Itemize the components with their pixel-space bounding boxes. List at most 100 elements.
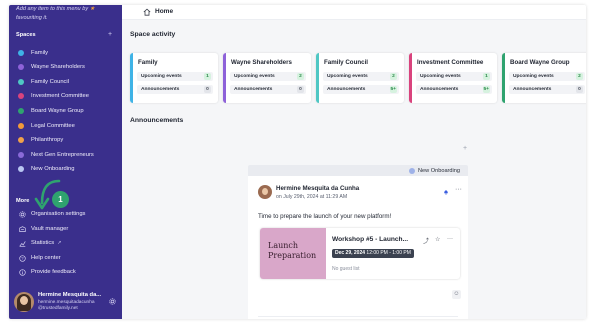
card-row-events[interactable]: Upcoming events 2 <box>509 72 585 81</box>
sidebar: Add any item to this menu by ★ favouriti… <box>9 5 122 319</box>
sidebar-item-label: Family <box>31 50 49 56</box>
topbar: Home <box>122 5 586 20</box>
card-row-announcements[interactable]: Announcements 5+ <box>416 85 492 94</box>
post-timestamp: on July 29th, 2024 at 11:29 AM <box>276 194 348 200</box>
sidebar-item-label: Wayne Shareholders <box>31 64 85 70</box>
event-title: Workshop #5 - Launch... <box>332 236 409 243</box>
event-card[interactable]: Launch Preparation Workshop #5 - Launch.… <box>260 228 460 279</box>
card-row-announcements[interactable]: Announcements 0 <box>137 85 213 94</box>
space-activity-card[interactable]: Wayne Shareholders Upcoming events 2 Announ… <box>223 53 311 103</box>
count-badge: 2 <box>576 73 583 80</box>
row-label: Upcoming events <box>234 73 275 79</box>
space-dot-icon <box>18 50 24 56</box>
sidebar-item-provide-feedback[interactable]: Provide feedback <box>18 267 76 277</box>
card-row-events[interactable]: Upcoming events 2 <box>230 72 306 81</box>
card-row-events[interactable]: Upcoming events 2 <box>323 72 399 81</box>
sidebar-item-label: Investment Committee <box>31 93 89 99</box>
card-accent <box>409 53 412 103</box>
share-icon[interactable]: ⤴ <box>423 236 430 245</box>
sidebar-item-help-center[interactable]: ? Help center <box>18 253 61 263</box>
card-row-events[interactable]: Upcoming events 1 <box>416 72 492 81</box>
sidebar-item-label: Board Wayne Group <box>31 108 84 114</box>
space-chip[interactable]: New Onboarding <box>409 166 460 175</box>
user-settings-icon[interactable] <box>109 298 116 305</box>
user-email: hermine.mesquitadacunha @trustedfamily.n… <box>38 300 95 311</box>
more-options-icon[interactable]: ··· <box>455 186 462 193</box>
sidebar-item-label: New Onboarding <box>31 166 75 172</box>
avatar <box>14 292 34 312</box>
sidebar-item-label: Family Council <box>31 79 70 85</box>
post-text: Time to prepare the launch of your new p… <box>258 213 392 220</box>
sidebar-item-label: Next Gen Entrepreneurs <box>31 152 94 158</box>
card-accent <box>130 53 133 103</box>
chart-icon <box>18 239 26 247</box>
gear-icon <box>18 210 26 218</box>
info-icon <box>18 268 26 276</box>
row-label: Upcoming events <box>141 73 182 79</box>
card-accent <box>223 53 226 103</box>
post-author: Hermine Mesquita da Cunha <box>276 185 360 192</box>
space-activity-cards: Family Upcoming events 1 Announcements 0 Wayn… <box>130 53 586 103</box>
user-profile[interactable]: Hermine Mesquita da... hermine.mesquitad… <box>9 288 122 319</box>
add-space-button[interactable]: + <box>108 31 112 38</box>
space-dot-icon <box>18 79 24 85</box>
sidebar-item-space[interactable]: Family Council <box>18 77 69 87</box>
star-icon[interactable]: ☆ <box>435 236 442 243</box>
external-link-icon: ↗ <box>57 240 62 246</box>
sidebar-item-organisation-settings[interactable]: Organisation settings <box>18 209 85 219</box>
sidebar-item-space[interactable]: Legal Committee <box>18 121 75 131</box>
row-label: Announcements <box>513 86 552 92</box>
card-title: Wayne Shareholders <box>231 59 292 66</box>
sidebar-item-space[interactable]: New Onboarding <box>18 164 75 174</box>
space-dot-icon <box>18 93 24 99</box>
space-activity-card[interactable]: Investment Committee Upcoming events 1 Anno… <box>409 53 497 103</box>
row-label: Upcoming events <box>513 73 554 79</box>
space-dot-icon <box>18 64 24 70</box>
sidebar-item-space[interactable]: Investment Committee <box>18 91 89 101</box>
avatar <box>258 185 272 199</box>
count-badge: 1 <box>483 73 490 80</box>
space-dot-icon <box>18 123 24 129</box>
card-row-events[interactable]: Upcoming events 1 <box>137 72 213 81</box>
more-options-icon[interactable]: ··· <box>447 236 454 243</box>
card-title: Investment Committee <box>417 59 484 66</box>
count-badge: 1 <box>204 73 211 80</box>
sidebar-item-label: Legal Committee <box>31 123 75 129</box>
add-announcement-button[interactable]: + <box>463 145 467 152</box>
count-badge: 0 <box>297 86 304 93</box>
sidebar-item-statistics[interactable]: Statistics ↗ <box>18 238 61 248</box>
card-row-announcements[interactable]: Announcements 5+ <box>323 85 399 94</box>
space-activity-card[interactable]: Board Wayne Group Upcoming events 2 Announc… <box>502 53 586 103</box>
bell-icon[interactable] <box>443 189 449 195</box>
sidebar-item-space[interactable]: Philanthropy <box>18 135 63 145</box>
main-content: Home Space activity Family Upcoming event… <box>122 5 586 319</box>
more-title: More <box>16 198 30 204</box>
space-activity-card[interactable]: Family Upcoming events 1 Announcements 0 <box>130 53 218 103</box>
sidebar-item-label: Vault manager <box>31 226 69 232</box>
sidebar-item-label: Organisation settings <box>31 211 86 217</box>
event-actions: ⤴ ☆ ··· <box>423 236 456 245</box>
space-activity-card[interactable]: Family Council Upcoming events 2 Announceme… <box>316 53 404 103</box>
row-label: Announcements <box>234 86 273 92</box>
count-badge: 2 <box>297 73 304 80</box>
spaces-title: Spaces <box>16 32 36 38</box>
sidebar-item-vault-manager[interactable]: Vault manager <box>18 224 68 234</box>
space-activity-title: Space activity <box>130 31 176 38</box>
count-badge: 5+ <box>482 86 490 93</box>
sidebar-item-label: Help center <box>31 255 61 261</box>
row-label: Upcoming events <box>327 73 368 79</box>
card-accent <box>502 53 505 103</box>
sidebar-item-space[interactable]: Wayne Shareholders <box>18 62 85 72</box>
card-accent <box>316 53 319 103</box>
count-badge: 5+ <box>389 86 397 93</box>
count-badge: 0 <box>576 86 583 93</box>
sidebar-item-space[interactable]: Board Wayne Group <box>18 106 84 116</box>
card-row-announcements[interactable]: Announcements 0 <box>230 85 306 94</box>
sidebar-item-space[interactable]: Family <box>18 48 48 58</box>
space-dot-icon <box>18 137 24 143</box>
add-reaction-icon[interactable]: ☺ <box>452 290 461 299</box>
sidebar-item-space[interactable]: Next Gen Entrepreneurs <box>18 150 94 160</box>
count-badge: 2 <box>390 73 397 80</box>
card-row-announcements[interactable]: Announcements 0 <box>509 85 585 94</box>
card-title: Family Council <box>324 59 369 66</box>
